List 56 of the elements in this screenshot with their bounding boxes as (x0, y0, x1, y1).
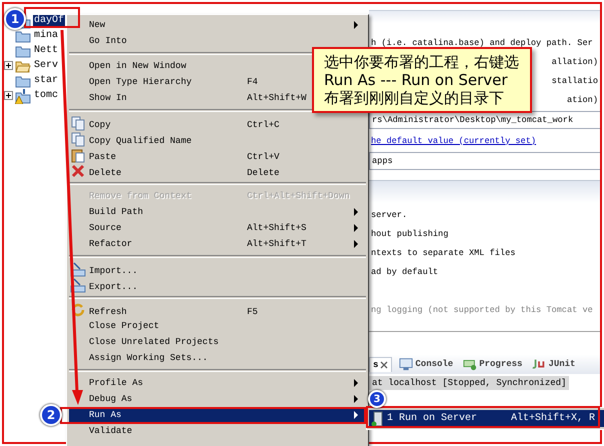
menu-item[interactable]: Profile As (69, 375, 366, 391)
menu-item[interactable]: Export... (69, 277, 366, 293)
tree-item[interactable]: tomc (33, 90, 60, 101)
link[interactable]: he default value (currently set) (371, 136, 536, 146)
tree-item[interactable]: dayOf (33, 15, 66, 26)
setting-text: ad by default (371, 266, 438, 276)
view-tab[interactable]: Progress (460, 355, 526, 373)
tree-item[interactable]: star (33, 75, 60, 86)
menu-item[interactable]: Copy Qualified Name (69, 131, 366, 147)
step-badge: 2 (40, 404, 62, 426)
menu-item[interactable]: Import... (69, 261, 366, 277)
setting-text: h (i.e. catalina.base) and deploy path. Ser (371, 38, 593, 48)
copy-icon (70, 115, 86, 131)
close-icon[interactable] (380, 360, 388, 368)
input-field[interactable]: apps (369, 152, 600, 170)
menu-item[interactable]: Close Unrelated Projects (69, 334, 366, 350)
delete-icon (70, 163, 86, 179)
expand-icon[interactable] (4, 61, 13, 70)
setting-text: ntexts to separate XML files (371, 248, 516, 258)
view-tab[interactable]: JUnit (529, 355, 578, 373)
menu-item[interactable]: Source Alt+Shift+S (69, 220, 366, 236)
setting-text: ng logging (not supported by this Tomcat ve (371, 304, 593, 314)
expand-icon[interactable] (4, 91, 13, 100)
export-icon (70, 277, 86, 293)
setting-text: stallatio (552, 76, 598, 86)
menu-item[interactable]: Copy Ctrl+C (69, 115, 366, 131)
menu-item[interactable]: Validate (69, 423, 366, 439)
tree-item[interactable]: Serv (33, 60, 60, 71)
setting-text: server. (371, 210, 408, 220)
menu-item[interactable]: Go Into (69, 33, 366, 49)
setting-text: allation) (552, 56, 598, 66)
menu-item[interactable]: New (69, 17, 366, 33)
setting-text: ation) (567, 94, 598, 104)
menu-item[interactable]: Close Project (69, 318, 366, 334)
menu-item[interactable]: Paste Ctrl+V (69, 147, 366, 163)
step-badge: 1 (4, 8, 26, 30)
server-entry[interactable]: at localhost [Stopped, Synchronized] (369, 376, 570, 390)
menu-item[interactable]: Build Path (69, 204, 366, 220)
progress-icon (463, 357, 478, 371)
setting-text: hout publishing (371, 228, 448, 238)
menu-item[interactable]: 1 Run on Server Alt+Shift+X, R (369, 410, 604, 427)
note-tooltip: 选中你要布署的工程，右键选Run As --- Run on Server布署到刚刚自定义的目录下 (312, 47, 532, 113)
tree-item[interactable]: Nett (33, 45, 60, 56)
menu-item[interactable]: Refactor Alt+Shift+T (69, 236, 366, 252)
paste-icon (70, 147, 86, 163)
tree-item[interactable]: mina (33, 30, 60, 41)
junit-icon (532, 357, 546, 371)
view-tab[interactable]: Console (396, 355, 456, 373)
menu-item[interactable]: Assign Working Sets... (69, 350, 366, 366)
copy-icon (70, 131, 86, 147)
console-icon (399, 357, 414, 371)
view-tab[interactable]: s (369, 356, 392, 372)
menu-item[interactable]: Debug As (69, 391, 366, 407)
menu-item[interactable]: Delete Delete (69, 163, 366, 179)
step-badge: 3 (368, 390, 386, 408)
menu-item[interactable]: Refresh F5 (69, 302, 366, 318)
